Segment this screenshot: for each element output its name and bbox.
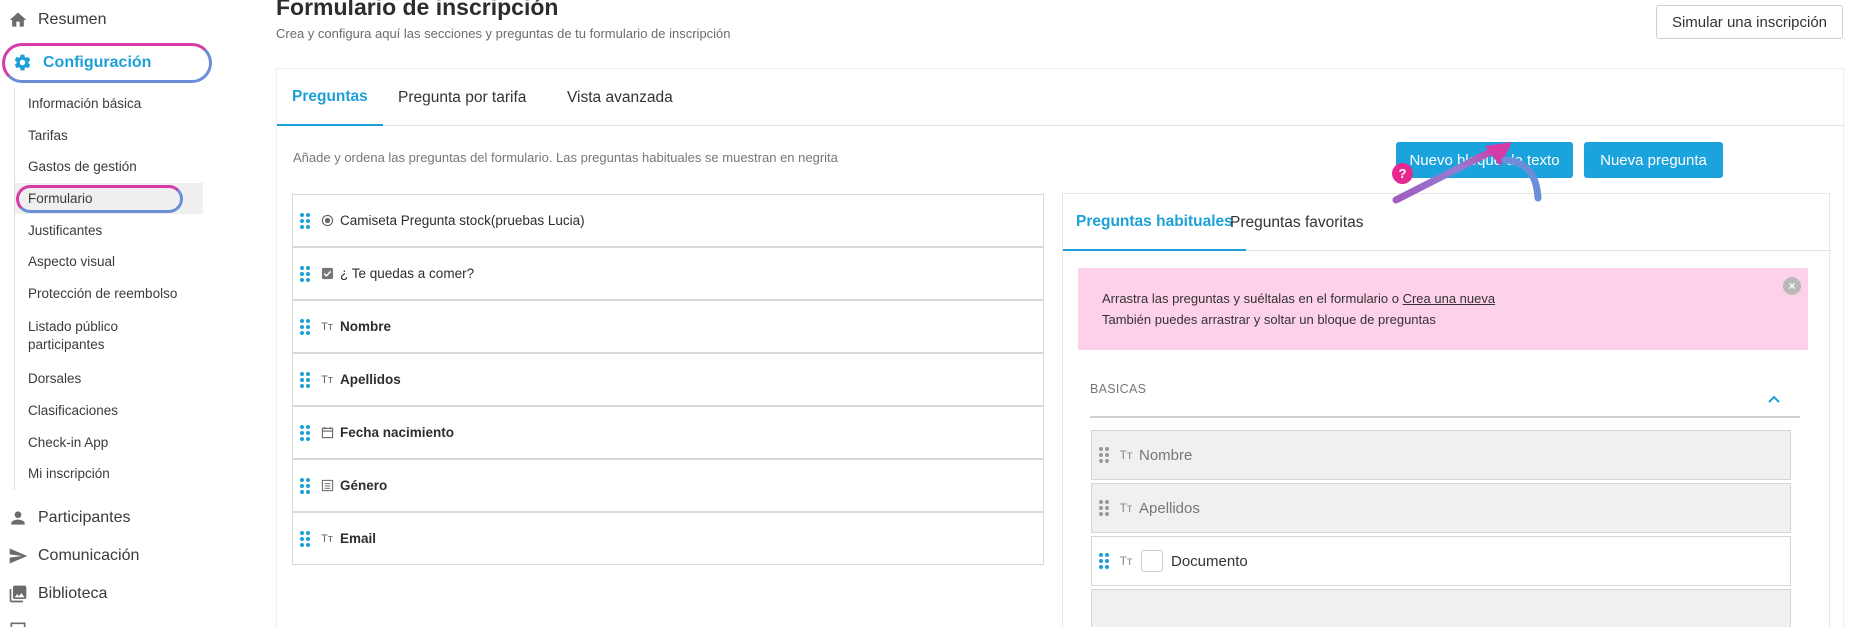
- common-question-item[interactable]: Tт Documento: [1091, 536, 1791, 586]
- form-tabs: Preguntas Pregunta por tarifa Vista avan…: [277, 69, 1845, 126]
- nav-biblioteca[interactable]: Biblioteca: [8, 584, 107, 604]
- notice-line-2: También puedes arrastrar y soltar un blo…: [1102, 312, 1436, 327]
- tab-vista-avanzada[interactable]: Vista avanzada: [567, 69, 673, 126]
- sidebar-item-proteccion-reembolso[interactable]: Protección de reembolso: [15, 278, 202, 310]
- person-icon: [8, 508, 28, 528]
- question-row[interactable]: Camiseta Pregunta stock(pruebas Lucia): [292, 194, 1044, 247]
- question-row[interactable]: ¿ Te quedas a comer?: [292, 247, 1044, 300]
- drag-handle-icon[interactable]: [1099, 553, 1109, 569]
- home-icon: [8, 10, 28, 30]
- common-question-label: Apellidos: [1139, 499, 1200, 517]
- common-question-item[interactable]: [1091, 589, 1791, 627]
- question-label: ¿ Te quedas a comer?: [340, 266, 475, 281]
- nav-configuracion-label: Configuración: [43, 54, 152, 71]
- drag-handle-icon[interactable]: [1099, 500, 1109, 516]
- drag-handle-icon[interactable]: [300, 477, 310, 494]
- text-icon: Tт: [1119, 554, 1133, 568]
- drag-handle-icon[interactable]: [300, 371, 310, 388]
- sidebar-item-listado-publico[interactable]: Listado público participantes: [15, 309, 125, 363]
- image-library-icon: [8, 584, 28, 604]
- sidebar: Resumen Configuración Información básica…: [0, 0, 212, 627]
- nav-next-partial[interactable]: [8, 620, 38, 627]
- question-row[interactable]: Género: [292, 459, 1044, 512]
- create-new-link[interactable]: Crea una nueva: [1403, 291, 1496, 306]
- simulate-registration-button[interactable]: Simular una inscripción: [1656, 5, 1843, 39]
- question-label: Fecha nacimiento: [340, 425, 455, 440]
- close-icon[interactable]: ×: [1783, 277, 1801, 295]
- nav-biblioteca-label: Biblioteca: [38, 585, 108, 602]
- text-icon: Tт: [321, 532, 333, 545]
- sidebar-item-aspecto-visual[interactable]: Aspecto visual: [15, 246, 202, 278]
- nav-comunicacion-label: Comunicación: [38, 547, 140, 564]
- drag-notice: Arrastra las preguntas y suéltalas en el…: [1078, 268, 1808, 350]
- tab-preguntas[interactable]: Preguntas: [277, 69, 383, 126]
- notice-line-1: Arrastra las preguntas y suéltalas en el…: [1102, 288, 1784, 309]
- common-question-label: Nombre: [1139, 446, 1193, 464]
- sidebar-item-dorsales[interactable]: Dorsales: [15, 363, 202, 395]
- list-icon: [320, 479, 334, 493]
- form-panel: Preguntas Pregunta por tarifa Vista avan…: [276, 68, 1845, 627]
- gear-icon: [13, 53, 33, 73]
- common-question-label: Documento: [1171, 552, 1248, 570]
- calendar-icon: [320, 426, 334, 440]
- drag-handle-icon[interactable]: [300, 424, 310, 441]
- question-label: Nombre: [340, 319, 392, 334]
- help-badge: ?: [1392, 163, 1413, 184]
- nav-configuracion[interactable]: Configuración: [2, 43, 212, 83]
- checkbox-icon: [320, 267, 334, 281]
- folder-icon: [8, 620, 28, 627]
- question-label: Apellidos: [340, 372, 401, 387]
- drag-handle-icon[interactable]: [300, 318, 310, 335]
- text-icon: Tт: [1119, 448, 1133, 462]
- nav-participantes-label: Participantes: [38, 509, 131, 526]
- drag-handle-icon[interactable]: [300, 212, 310, 229]
- question-row[interactable]: Tт Nombre: [292, 300, 1044, 353]
- sidebar-item-gastos-gestion[interactable]: Gastos de gestión: [15, 151, 202, 183]
- tab-preguntas-habituales[interactable]: Preguntas habituales: [1063, 194, 1246, 251]
- tab-pregunta-por-tarifa[interactable]: Pregunta por tarifa: [398, 69, 526, 126]
- radio-icon: [320, 214, 334, 228]
- drag-handle-icon[interactable]: [300, 265, 310, 282]
- section-divider: [1090, 416, 1800, 418]
- section-title-basicas: BASICAS: [1090, 382, 1147, 396]
- page: Resumen Configuración Información básica…: [0, 0, 1858, 627]
- question-row[interactable]: Fecha nacimiento: [292, 406, 1044, 459]
- text-icon: Tт: [1119, 501, 1133, 515]
- sidebar-item-clasificaciones[interactable]: Clasificaciones: [15, 395, 202, 427]
- common-question-item[interactable]: Tт Nombre: [1091, 430, 1791, 480]
- common-questions-panel: Preguntas habituales Preguntas favoritas…: [1062, 193, 1831, 627]
- new-question-button[interactable]: Nueva pregunta: [1584, 142, 1723, 178]
- text-icon: Tт: [321, 373, 333, 386]
- chevron-up-icon[interactable]: [1767, 392, 1781, 406]
- form-hint: Añade y ordena las preguntas del formula…: [293, 150, 838, 165]
- annotation-arrow-icon: [1392, 142, 1542, 204]
- sidebar-item-formulario[interactable]: Formulario: [15, 182, 203, 215]
- drag-handle-icon[interactable]: [1099, 447, 1109, 463]
- question-label: Email: [340, 531, 377, 546]
- sidebar-item-mi-inscripcion[interactable]: Mi inscripción: [15, 458, 202, 490]
- question-label: Género: [340, 478, 388, 493]
- sidebar-item-tarifas[interactable]: Tarifas: [15, 120, 202, 152]
- nav-resumen-label: Resumen: [38, 11, 107, 28]
- question-label: Camiseta Pregunta stock(pruebas Lucia): [340, 213, 585, 228]
- question-row[interactable]: Tт Apellidos: [292, 353, 1044, 406]
- sidebar-item-justificantes[interactable]: Justificantes: [15, 214, 202, 246]
- page-title: Formulario de inscripción: [276, 0, 559, 20]
- document-checkbox[interactable]: [1141, 550, 1163, 572]
- tab-preguntas-favoritas[interactable]: Preguntas favoritas: [1230, 194, 1364, 251]
- config-submenu: Información básica Tarifas Gastos de ges…: [14, 88, 203, 490]
- highlight-ring: [16, 184, 183, 213]
- question-row[interactable]: Tт Email: [292, 512, 1044, 565]
- sidebar-item-informacion-basica[interactable]: Información básica: [15, 88, 202, 120]
- drag-handle-icon[interactable]: [300, 530, 310, 547]
- nav-participantes[interactable]: Participantes: [8, 508, 131, 528]
- nav-comunicacion[interactable]: Comunicación: [8, 546, 139, 566]
- text-icon: Tт: [321, 320, 333, 333]
- notice-text: Arrastra las preguntas y suéltalas en el…: [1102, 291, 1403, 306]
- common-question-item[interactable]: Tт Apellidos: [1091, 483, 1791, 533]
- nav-resumen[interactable]: Resumen: [8, 10, 106, 30]
- page-subtitle: Crea y configura aquí las secciones y pr…: [276, 26, 731, 41]
- sidebar-item-checkin-app[interactable]: Check-in App: [15, 426, 202, 458]
- send-icon: [8, 546, 28, 566]
